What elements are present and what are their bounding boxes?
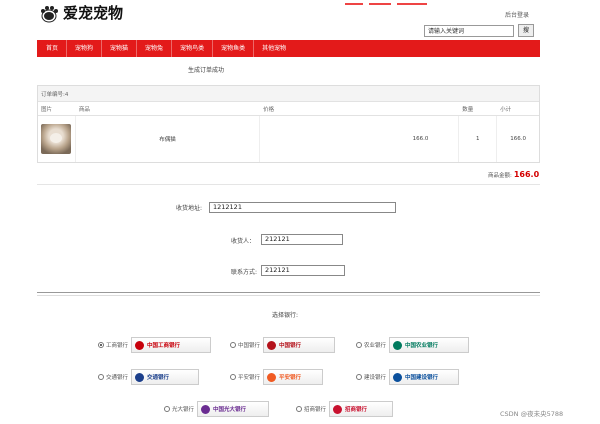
table-row: 布偶猫 166.0 1 166.0 [38,116,539,162]
divider [37,295,540,296]
order-success-message: 生成订单成功 [188,67,225,74]
bank-option-abc[interactable]: 农业银行 中国农业银行 [356,336,470,354]
bank-option-icbc[interactable]: 工商银行 中国工商银行 [98,336,212,354]
paw-icon [38,3,60,23]
bank-name: 平安银行 [238,375,261,381]
top-accent-links [345,0,445,5]
radio-button[interactable] [98,374,104,380]
radio-button[interactable] [98,342,104,348]
bank-name: 交通银行 [106,375,129,381]
product-name[interactable]: 布偶猫 [76,116,261,162]
product-subtotal: 166.0 [510,136,526,142]
nav-item-cats[interactable]: 宠物猫 [102,40,138,57]
address-field[interactable]: 1212121 [209,202,396,213]
bocom-logo[interactable]: 交通银行 [131,369,200,385]
bank-logo-icon [333,404,343,414]
pingan-logo[interactable]: 平安银行 [263,369,324,385]
bank-logo-icon [135,372,145,382]
bank-option-bocom[interactable]: 交通银行 交通银行 [98,368,200,386]
icbc-logo[interactable]: 中国工商银行 [131,337,212,353]
bank-option-ccb[interactable]: 建设银行 中国建设银行 [356,368,460,386]
total-label: 商品金额: [488,173,512,179]
payment-title: 选择银行: [272,312,299,319]
col-product: 商品 [78,107,90,113]
site-logo[interactable]: 爱宠宠物 [38,2,123,23]
nav-item-fish[interactable]: 宠物鱼类 [213,40,255,57]
order-number: 订单编号:4 [38,86,539,102]
radio-button[interactable] [296,406,302,412]
abc-logo[interactable]: 中国农业银行 [389,337,470,353]
radio-button[interactable] [356,374,362,380]
ceb-logo[interactable]: 中国光大银行 [197,401,270,417]
bank-logo-icon [393,340,403,350]
bank-option-pingan[interactable]: 平安银行 平安银行 [230,368,324,386]
divider [37,292,540,293]
nav-item-home[interactable]: 首页 [37,40,68,57]
nav-item-dogs[interactable]: 宠物狗 [67,40,103,57]
site-title: 爱宠宠物 [63,4,124,22]
bank-logo-icon [393,372,403,382]
bank-logo-icon [267,372,277,382]
nav-item-birds[interactable]: 宠物鸟类 [172,40,214,57]
bank-logo-icon [267,340,277,350]
divider [37,184,540,185]
col-price: 价格 [263,107,275,113]
bank-name: 招商银行 [304,407,327,413]
bank-name: 中国银行 [238,343,261,349]
radio-button[interactable] [230,374,236,380]
contact-label: 联系方式: [231,269,258,276]
bank-name: 工商银行 [106,343,129,349]
boc-logo[interactable]: 中国银行 [263,337,336,353]
table-header: 图片 商品 价格 数量 小计 [38,102,539,116]
total-amount: 166.0 [513,170,540,179]
nav-item-rabbits[interactable]: 宠物兔 [137,40,173,57]
contact-field[interactable]: 212121 [261,265,345,276]
radio-button[interactable] [356,342,362,348]
nav-item-other[interactable]: 其他宠物 [254,40,294,57]
search-input[interactable]: 请输入关键词 [424,25,514,37]
bank-option-boc[interactable]: 中国银行 中国银行 [230,336,336,354]
bank-name: 建设银行 [364,375,387,381]
receiver-label: 收货人： [231,238,256,245]
bank-logo-icon [135,340,145,350]
order-table: 订单编号:4 图片 商品 价格 数量 小计 布偶猫 166.0 1 166.0 [37,85,540,163]
col-quantity: 数量 [462,107,474,113]
bank-name: 光大银行 [172,407,195,413]
col-image: 图片 [41,107,53,113]
main-nav: 首页 宠物狗 宠物猫 宠物兔 宠物鸟类 宠物鱼类 其他宠物 [37,40,540,57]
bank-option-ceb[interactable]: 光大银行 中国光大银行 [164,400,270,418]
product-quantity: 1 [459,116,498,162]
bank-option-cmb[interactable]: 招商银行 招商银行 [296,400,394,418]
cmb-logo[interactable]: 招商银行 [329,401,394,417]
bank-logo-icon [201,404,211,414]
product-image[interactable] [41,124,72,154]
ccb-logo[interactable]: 中国建设银行 [389,369,460,385]
bank-name: 农业银行 [364,343,387,349]
watermark: CSDN @夜未央5788 [500,410,564,418]
radio-button[interactable] [164,406,170,412]
address-label: 收货地址: [176,205,203,212]
admin-login-link[interactable]: 后台登录 [505,10,529,19]
radio-button[interactable] [230,342,236,348]
col-subtotal: 小计 [500,107,512,113]
product-price: 166.0 [260,116,460,162]
search-button[interactable]: 搜 [518,24,534,37]
receiver-field[interactable]: 212121 [261,234,343,245]
order-total: 商品金额: 166.0 [488,170,539,179]
